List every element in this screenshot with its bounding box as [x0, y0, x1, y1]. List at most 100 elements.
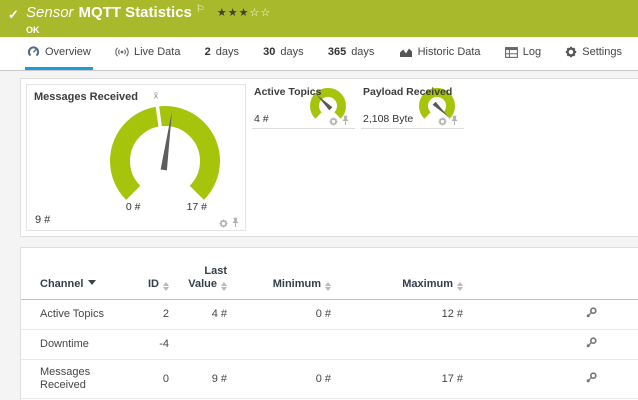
edit-channel-icon[interactable]	[585, 336, 598, 349]
channel-name: Active Topics	[21, 300, 141, 330]
log-icon	[505, 47, 518, 58]
star-empty-icon[interactable]: ☆	[249, 7, 260, 19]
pin-icon[interactable]	[450, 115, 459, 126]
sort-toggle-icon	[325, 282, 331, 291]
settings-gear-icon	[565, 46, 577, 58]
star-filled-icon[interactable]: ★	[239, 7, 250, 19]
overview-gauge-icon	[27, 46, 40, 58]
tab-365-days[interactable]: 365 days	[326, 37, 377, 70]
channel-minimum	[231, 330, 335, 360]
channel-last-value	[173, 330, 231, 360]
channel-maximum: 17 #	[335, 360, 467, 399]
sort-toggle-icon	[163, 282, 169, 291]
gear-icon[interactable]	[438, 117, 447, 126]
gauge-active-topics: Active Topics 4 #	[252, 84, 355, 129]
tab-label: days	[280, 46, 303, 58]
tab-label: Historic Data	[418, 46, 481, 58]
pin-icon[interactable]	[341, 115, 350, 126]
gauge-controls	[329, 115, 350, 126]
gauge-current-value: 4 #	[254, 113, 269, 125]
gear-icon[interactable]	[219, 219, 228, 228]
column-header-actions	[467, 265, 638, 300]
column-header-id[interactable]: ID	[141, 265, 173, 300]
tab-label: Log	[523, 46, 541, 58]
flag-icon[interactable]: ⚐	[196, 2, 205, 18]
channel-id: 0	[141, 360, 173, 399]
gauge-max-label: 17 #	[187, 201, 208, 213]
sort-toggle-icon	[457, 282, 463, 291]
gauge-title: Payload Received	[363, 86, 452, 98]
tab-label: days	[216, 46, 239, 58]
column-header-last[interactable]: Last Value	[173, 265, 231, 300]
tab-label: Settings	[582, 46, 622, 58]
tab-live-data[interactable]: Live Data	[113, 37, 182, 70]
tab-overview[interactable]: Overview	[25, 37, 93, 70]
channel-id: -4	[141, 330, 173, 360]
channel-minimum: 0 #	[231, 360, 335, 399]
channel-name: Messages Received	[21, 360, 141, 399]
channel-actions	[467, 330, 638, 360]
gauge-title: Messages Received	[34, 91, 138, 103]
overview-content: Messages Received x̄ 0 # 17 # 9 # Active…	[0, 71, 638, 400]
channel-name: Downtime	[21, 330, 141, 360]
historic-data-icon	[399, 47, 413, 58]
channel-row-downtime[interactable]: Downtime-4	[21, 330, 638, 360]
table-header-row: Channel IDLast ValueMinimum Maximum	[21, 265, 638, 300]
pin-icon[interactable]	[231, 217, 240, 228]
star-empty-icon[interactable]: ☆	[260, 7, 271, 19]
tab-bar: Overview Live Data 2days 30 days 365 days Histo…	[0, 37, 638, 71]
channel-row-messages-received[interactable]: Messages Received09 #0 #17 #	[21, 360, 638, 399]
sensor-title-block: Sensor MQTT Statistics ⚐ ★★★☆☆ OK	[26, 5, 271, 35]
tab-2-days[interactable]: 2days	[203, 37, 241, 70]
channel-last-value: 4 #	[173, 300, 231, 330]
channel-last-value: 9 #	[173, 360, 231, 399]
sort-toggle-icon	[221, 282, 227, 291]
sensor-title: MQTT Statistics	[79, 5, 192, 21]
tab-log[interactable]: Log	[503, 37, 543, 70]
tab-historic-data[interactable]: Historic Data	[397, 37, 483, 70]
channel-maximum	[335, 330, 467, 360]
tab-label: Live Data	[134, 46, 180, 58]
gear-icon[interactable]	[329, 117, 338, 126]
sort-desc-icon	[88, 280, 96, 285]
gauges-panel: Messages Received x̄ 0 # 17 # 9 # Active…	[20, 78, 638, 237]
status-badge: OK	[26, 25, 271, 35]
column-header-channel[interactable]: Channel	[21, 265, 141, 300]
mean-marker-label: x̄	[154, 91, 159, 101]
live-data-icon	[115, 46, 129, 58]
edit-channel-icon[interactable]	[585, 371, 598, 384]
sensor-header: ✓ Sensor MQTT Statistics ⚐ ★★★☆☆ OK	[0, 0, 638, 37]
tab-label: Overview	[45, 46, 91, 58]
star-filled-icon[interactable]: ★	[217, 7, 228, 19]
gauge-title: Active Topics	[254, 86, 322, 98]
channel-maximum: 12 #	[335, 300, 467, 330]
gauge-controls	[438, 115, 459, 126]
column-header-min[interactable]: Minimum	[231, 265, 335, 300]
channel-actions	[467, 360, 638, 399]
gauge-controls	[219, 217, 240, 228]
prtg-sensor-page: ✓ Sensor MQTT Statistics ⚐ ★★★☆☆ OK Over…	[0, 0, 638, 400]
edit-channel-icon[interactable]	[585, 306, 598, 319]
gauge-min-label: 0 #	[126, 201, 141, 213]
tab-number: 30	[263, 46, 275, 58]
channels-panel: Channel IDLast ValueMinimum Maximum Active…	[20, 247, 638, 400]
gauge-payload-received: Payload Received 2,108 Byte	[361, 84, 464, 129]
channel-actions	[467, 300, 638, 330]
column-header-max[interactable]: Maximum	[335, 265, 467, 300]
gauge-current-value: 9 #	[35, 214, 50, 226]
tab-30-days[interactable]: 30 days	[261, 37, 306, 70]
gauge-messages-received: Messages Received x̄ 0 # 17 # 9 #	[26, 84, 246, 231]
channels-table: Channel IDLast ValueMinimum Maximum Active…	[21, 265, 638, 400]
tab-settings[interactable]: Settings	[563, 37, 624, 70]
star-filled-icon[interactable]: ★	[228, 7, 239, 19]
channel-row-active-topics[interactable]: Active Topics24 #0 #12 #	[21, 300, 638, 330]
priority-stars: ★★★☆☆	[217, 5, 271, 21]
channel-id: 2	[141, 300, 173, 330]
channel-minimum: 0 #	[231, 300, 335, 330]
tab-label: days	[351, 46, 374, 58]
column-label: Maximum	[402, 278, 453, 290]
column-label: Channel	[40, 278, 83, 290]
tab-number: 365	[328, 46, 346, 58]
gauge-current-value: 2,108 Byte	[363, 113, 413, 125]
messages-received-gauge: x̄ 0 # 17 #	[27, 85, 245, 230]
